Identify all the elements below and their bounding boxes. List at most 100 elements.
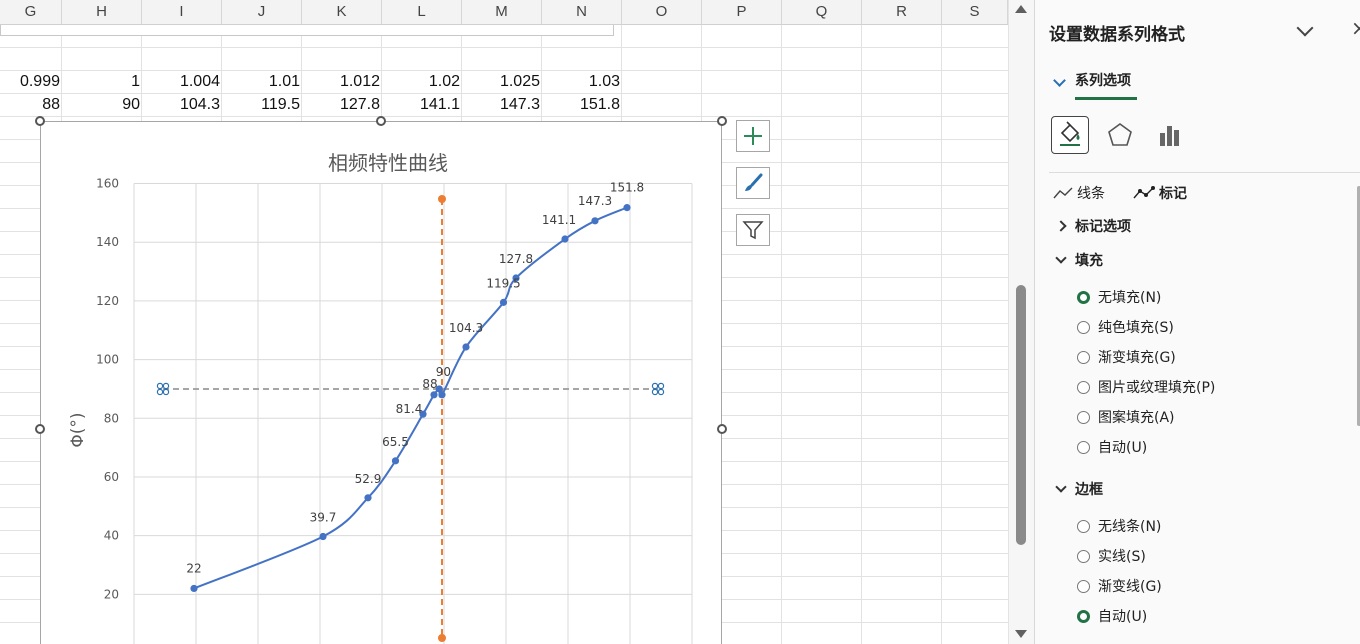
data-point-marker[interactable] [462,343,470,351]
data-label[interactable]: 81.4 [396,402,423,416]
worksheet[interactable]: GHIJKLMNOPQRS 0.999 1 1.004 1.01 1.012 1.02 1.… [0,0,1008,644]
y-tick-label[interactable]: 20 [104,587,119,601]
chevron-down-icon[interactable] [1053,74,1066,87]
radio-option[interactable]: 图片或纹理填充(P) [1077,377,1215,397]
column-header-n[interactable]: N [542,0,622,24]
radio-option[interactable]: 无填充(N) [1077,287,1161,307]
cell-value[interactable]: 1.01 [222,71,302,93]
data-series[interactable] [190,204,631,593]
radio-icon[interactable] [1077,519,1090,533]
cell-value[interactable]: 151.8 [542,94,622,116]
data-label[interactable]: 39.7 [310,511,337,525]
column-header-i[interactable]: I [142,0,222,24]
reference-line-endpoint[interactable] [438,195,446,203]
column-header-o[interactable]: O [622,0,702,24]
tab-series-options[interactable]: 系列选项 [1075,70,1131,90]
cell-value[interactable]: 1.004 [142,71,222,93]
data-labels[interactable]: 22 39.7 52.9 65.5 81.4 9088 104.3 119.5 127.8 141… [186,181,644,576]
chart-styles-button[interactable] [736,167,770,199]
data-point-marker[interactable] [364,494,372,502]
y-tick-label[interactable]: 40 [104,529,119,543]
data-point-marker[interactable] [591,217,599,225]
cell-value[interactable]: 1.012 [302,71,382,93]
column-header-h[interactable]: H [62,0,142,24]
cell-value[interactable]: 127.8 [302,94,382,116]
y-tick-label[interactable]: 60 [104,470,119,484]
y-tick-label[interactable]: 120 [96,294,119,308]
cell-value[interactable]: 104.3 [142,94,222,116]
column-header-j[interactable]: J [222,0,302,24]
close-icon[interactable]: × [1351,16,1360,40]
data-point-marker[interactable] [190,584,198,593]
column-header-g[interactable]: G [0,0,62,24]
radio-selected-icon[interactable] [1077,290,1090,304]
data-point-marker[interactable] [499,298,508,306]
data-label[interactable]: 65.5 [382,435,409,449]
data-point-marker[interactable] [438,391,446,399]
y-tick-label[interactable]: 100 [96,353,119,367]
cell-value[interactable]: 141.1 [382,94,462,116]
scroll-down-arrow-icon[interactable] [1015,630,1027,638]
data-label[interactable]: 22 [186,561,201,575]
cell-value[interactable]: 90 [62,94,142,116]
tab-fill-line[interactable] [1051,116,1089,154]
cell-value[interactable]: 1 [62,71,142,93]
radio-icon[interactable] [1077,410,1090,424]
cell-value[interactable]: 0.999 [0,71,62,93]
chart-elements-button[interactable] [736,120,770,152]
cell-value[interactable]: 1.025 [462,71,542,93]
subtab-marker[interactable]: 标记 [1133,183,1187,203]
tab-series-options-chart[interactable] [1151,116,1189,154]
column-header-q[interactable]: Q [782,0,862,24]
data-label[interactable]: 88 [422,377,437,391]
y-tick-label[interactable]: 140 [96,235,119,249]
radio-option[interactable]: 渐变填充(G) [1077,347,1176,367]
data-label[interactable]: 90 [436,365,451,379]
data-label[interactable]: 127.8 [499,252,533,266]
radio-option[interactable]: 自动(U) [1077,606,1147,626]
column-header-k[interactable]: K [302,0,382,24]
data-point-marker[interactable] [391,457,400,465]
radio-icon[interactable] [1077,320,1090,334]
cell-value[interactable]: 147.3 [462,94,542,116]
radio-option[interactable]: 渐变线(G) [1077,576,1162,596]
data-label[interactable]: 52.9 [355,472,382,486]
tab-effects[interactable] [1101,116,1139,154]
radio-option[interactable]: 纯色填充(S) [1077,317,1174,337]
y-tick-label[interactable]: 160 [96,177,119,191]
radio-icon[interactable] [1077,440,1090,454]
vertical-scrollbar[interactable] [1008,0,1034,644]
scrollbar-thumb[interactable] [1016,285,1026,545]
series-line[interactable] [193,206,628,590]
radio-option[interactable]: 实线(S) [1077,546,1146,566]
cell-value[interactable]: 1.03 [542,71,622,93]
pane-options-chevron-icon[interactable] [1296,19,1314,37]
cell-value[interactable]: 119.5 [222,94,302,116]
column-header-p[interactable]: P [702,0,782,24]
column-header-r[interactable]: R [862,0,942,24]
chart-svg[interactable]: 相频特性曲线 Φ(°) 20 40 60 80 100 120 140 160 22 39.7 5… [41,122,721,644]
section-marker-options[interactable]: 标记选项 [1055,216,1131,236]
radio-icon[interactable] [1077,380,1090,394]
data-label[interactable]: 104.3 [449,321,483,335]
radio-option[interactable]: 图案填充(A) [1077,407,1175,427]
reference-line-endpoint[interactable] [438,634,446,642]
radio-option[interactable]: 自动(U) [1077,437,1147,457]
data-label[interactable]: 151.8 [610,181,644,195]
data-point-marker[interactable] [623,204,631,212]
chart-filters-button[interactable] [736,214,770,246]
y-axis-title[interactable]: Φ(°) [68,412,88,447]
data-point-marker[interactable] [430,391,438,399]
data-label[interactable]: 119.5 [486,276,520,290]
cell-value[interactable]: 1.02 [382,71,462,93]
scroll-up-arrow-icon[interactable] [1015,5,1027,13]
y-axis-tick-labels[interactable]: 20 40 60 80 100 120 140 160 [96,177,119,602]
subtab-line[interactable]: 线条 [1053,183,1105,203]
column-header-m[interactable]: M [462,0,542,24]
data-point-marker[interactable] [561,235,569,243]
section-border[interactable]: 边框 [1055,479,1103,499]
data-label[interactable]: 141.1 [542,213,576,227]
data-point-marker[interactable] [319,532,327,541]
radio-option[interactable]: 无线条(N) [1077,516,1161,536]
column-header-s[interactable]: S [942,0,1008,24]
